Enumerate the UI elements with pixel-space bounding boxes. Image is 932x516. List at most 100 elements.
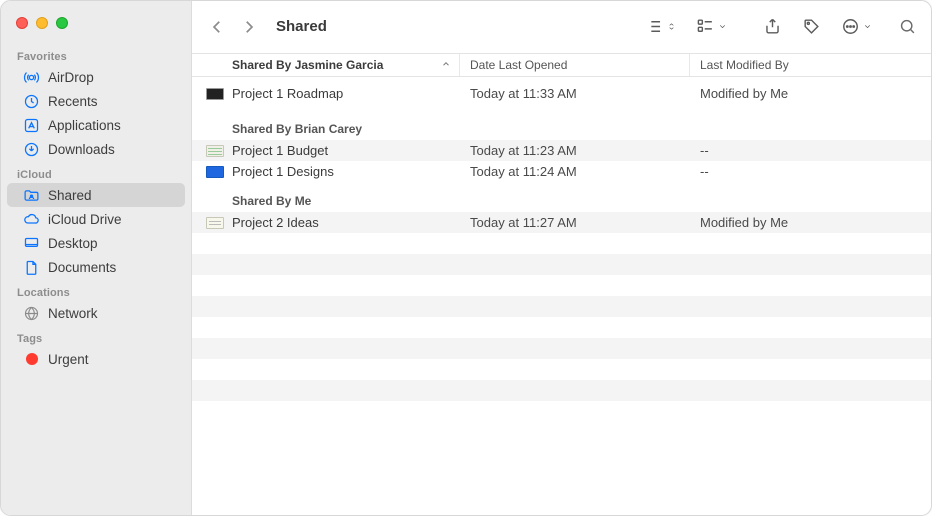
file-icon xyxy=(206,217,224,229)
blank-row xyxy=(192,401,931,422)
file-name: Project 1 Roadmap xyxy=(232,86,343,101)
blank-row xyxy=(192,338,931,359)
column-header-label: Last Modified By xyxy=(700,58,789,72)
sidebar-item-label: Network xyxy=(48,306,98,321)
file-date-cell: Today at 11:24 AM xyxy=(460,164,690,179)
blank-row xyxy=(192,296,931,317)
sidebar-item-label: Shared xyxy=(48,188,92,203)
sidebar-item-tag-urgent[interactable]: Urgent xyxy=(7,347,185,371)
finder-window: Favorites AirDrop Recents Applications D… xyxy=(0,0,932,516)
download-icon xyxy=(23,141,40,158)
window-controls xyxy=(1,9,191,43)
tag-button[interactable] xyxy=(802,17,821,36)
sidebar-item-label: iCloud Drive xyxy=(48,212,122,227)
file-icon xyxy=(206,88,224,100)
sidebar-icloud: iCloud Shared iCloud Drive Desktop Docum… xyxy=(1,165,191,279)
sidebar-favorites: Favorites AirDrop Recents Applications D… xyxy=(1,47,191,161)
blank-row xyxy=(192,233,931,254)
sidebar-item-icloud-drive[interactable]: iCloud Drive xyxy=(7,207,185,231)
file-modified-cell: Modified by Me xyxy=(690,215,931,230)
file-row[interactable]: Project 1 Designs Today at 11:24 AM -- xyxy=(192,161,931,182)
sidebar-item-label: Urgent xyxy=(48,352,89,367)
sidebar-item-label: AirDrop xyxy=(48,70,94,85)
file-modified-cell: -- xyxy=(690,164,931,179)
globe-icon xyxy=(23,305,40,322)
close-window-button[interactable] xyxy=(16,17,28,29)
file-row[interactable]: Project 1 Budget Today at 11:23 AM -- xyxy=(192,140,931,161)
column-header-date[interactable]: Date Last Opened xyxy=(460,54,690,76)
file-date-cell: Today at 11:23 AM xyxy=(460,143,690,158)
airdrop-icon xyxy=(23,69,40,86)
file-name-cell: Project 1 Budget xyxy=(192,143,460,158)
sidebar-item-documents[interactable]: Documents xyxy=(7,255,185,279)
file-name: Project 2 Ideas xyxy=(232,215,319,230)
file-list: Project 1 Roadmap Today at 11:33 AM Modi… xyxy=(192,77,931,515)
toolbar: Shared xyxy=(192,1,931,53)
group-header: Shared By Brian Carey xyxy=(192,110,931,140)
file-row[interactable]: Project 2 Ideas Today at 11:27 AM Modifi… xyxy=(192,212,931,233)
view-controls xyxy=(645,17,727,36)
sidebar-item-label: Documents xyxy=(48,260,116,275)
sidebar-item-label: Applications xyxy=(48,118,121,133)
sidebar-item-airdrop[interactable]: AirDrop xyxy=(7,65,185,89)
document-icon xyxy=(23,259,40,276)
sidebar-item-label: Desktop xyxy=(48,236,98,251)
sort-asc-icon xyxy=(441,58,451,72)
sidebar-item-applications[interactable]: Applications xyxy=(7,113,185,137)
blank-row xyxy=(192,254,931,275)
back-button[interactable] xyxy=(206,16,228,38)
blank-row xyxy=(192,275,931,296)
file-modified-cell: Modified by Me xyxy=(690,86,931,101)
shared-folder-icon xyxy=(23,187,40,204)
sidebar-item-desktop[interactable]: Desktop xyxy=(7,231,185,255)
view-list-button[interactable] xyxy=(645,17,676,36)
sidebar-locations: Locations Network xyxy=(1,283,191,325)
desktop-icon xyxy=(23,235,40,252)
main-pane: Shared xyxy=(192,1,931,515)
file-name-cell: Project 1 Designs xyxy=(192,164,460,179)
share-button[interactable] xyxy=(763,17,782,36)
column-header-label: Date Last Opened xyxy=(470,58,567,72)
sidebar-heading-tags: Tags xyxy=(1,329,191,347)
file-date-cell: Today at 11:27 AM xyxy=(460,215,690,230)
minimize-window-button[interactable] xyxy=(36,17,48,29)
action-controls xyxy=(763,17,872,36)
sidebar-tags: Tags Urgent xyxy=(1,329,191,371)
file-modified-cell: -- xyxy=(690,143,931,158)
blank-row xyxy=(192,317,931,338)
file-row[interactable]: Project 1 Roadmap Today at 11:33 AM Modi… xyxy=(192,83,931,104)
forward-button[interactable] xyxy=(238,16,260,38)
sidebar-heading-favorites: Favorites xyxy=(1,47,191,65)
sidebar-heading-locations: Locations xyxy=(1,283,191,301)
zoom-window-button[interactable] xyxy=(56,17,68,29)
sidebar-item-downloads[interactable]: Downloads xyxy=(7,137,185,161)
tag-red-icon xyxy=(23,351,40,368)
column-header-label: Shared By Jasmine Garcia xyxy=(232,58,383,72)
file-icon xyxy=(206,145,224,157)
search-button[interactable] xyxy=(898,17,917,36)
sidebar-item-network[interactable]: Network xyxy=(7,301,185,325)
sidebar-item-label: Recents xyxy=(48,94,98,109)
blank-row xyxy=(192,380,931,401)
blank-row xyxy=(192,359,931,380)
sidebar-item-label: Downloads xyxy=(48,142,115,157)
file-name: Project 1 Designs xyxy=(232,164,334,179)
file-icon xyxy=(206,166,224,178)
sidebar: Favorites AirDrop Recents Applications D… xyxy=(1,1,192,515)
file-date-cell: Today at 11:33 AM xyxy=(460,86,690,101)
column-header-name[interactable]: Shared By Jasmine Garcia xyxy=(192,54,460,76)
applications-icon xyxy=(23,117,40,134)
group-by-button[interactable] xyxy=(696,17,727,36)
sidebar-heading-icloud: iCloud xyxy=(1,165,191,183)
group-header: Shared By Me xyxy=(192,182,931,212)
sidebar-item-shared[interactable]: Shared xyxy=(7,183,185,207)
window-title: Shared xyxy=(276,18,645,35)
file-name-cell: Project 1 Roadmap xyxy=(192,86,460,101)
sidebar-item-recents[interactable]: Recents xyxy=(7,89,185,113)
column-header-modified-by[interactable]: Last Modified By xyxy=(690,54,931,76)
cloud-icon xyxy=(23,211,40,228)
clock-icon xyxy=(23,93,40,110)
file-name: Project 1 Budget xyxy=(232,143,328,158)
more-actions-button[interactable] xyxy=(841,17,872,36)
file-name-cell: Project 2 Ideas xyxy=(192,215,460,230)
